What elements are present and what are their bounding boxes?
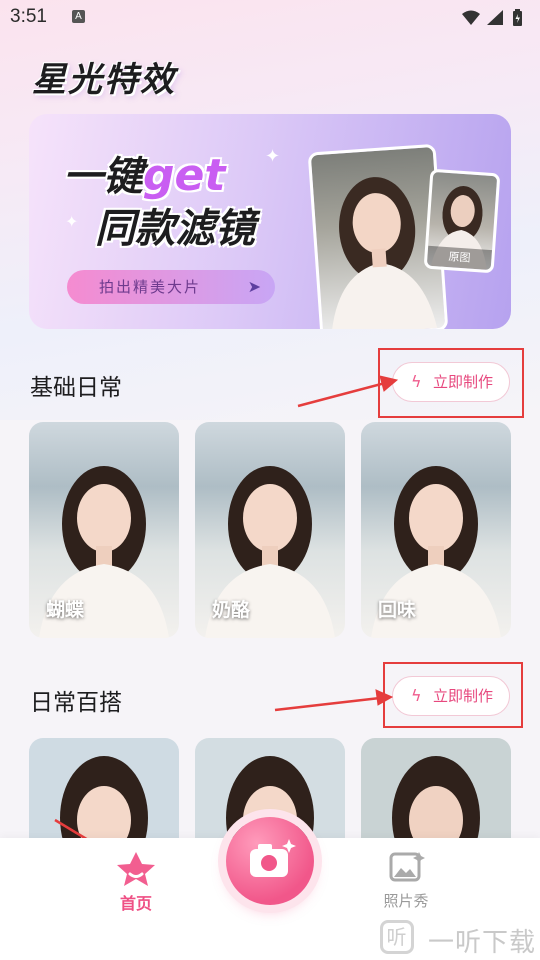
annotation-arrow [54, 375, 399, 865]
watermark-logo-icon: 听 [380, 920, 414, 954]
tab-photo-show-label: 照片秀 [383, 892, 429, 910]
tab-home[interactable]: 首页 [100, 848, 172, 918]
tab-photo-show[interactable]: 照片秀 [370, 848, 442, 918]
site-watermark: 听 一听下载 [380, 918, 540, 960]
camera-button[interactable] [226, 817, 314, 905]
watermark-text: 一听下载 [428, 928, 537, 958]
tab-home-label: 首页 [119, 894, 152, 913]
photo-gallery-icon [389, 852, 425, 882]
annotation-arrows [54, 375, 399, 865]
home-star-icon [117, 852, 155, 886]
camera-icon [250, 839, 296, 877]
